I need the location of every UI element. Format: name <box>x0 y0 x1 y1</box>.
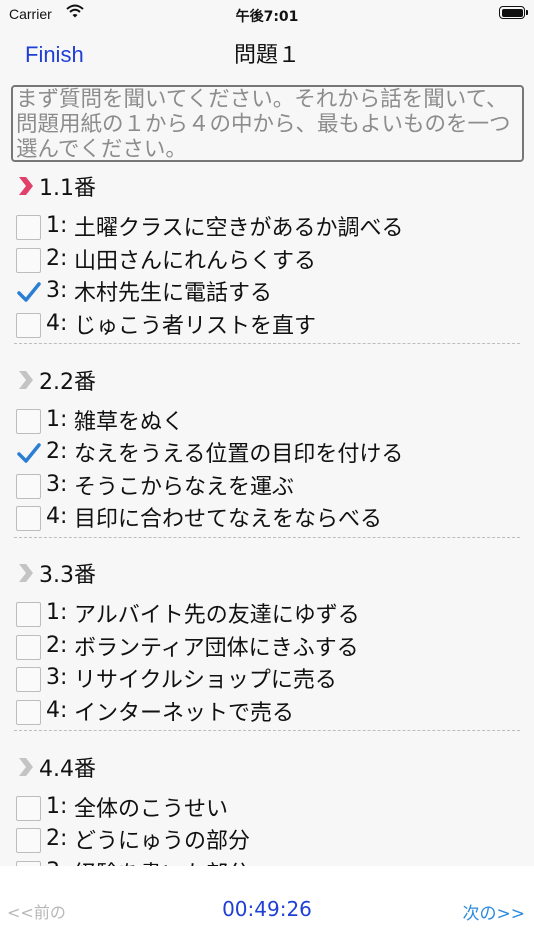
answer-option[interactable]: 1: 全体のこうせい <box>14 791 514 823</box>
option-number: 1: <box>46 406 68 432</box>
option-text: アルバイト先の友達にゆずる <box>74 603 360 628</box>
question-block: 3.3番 1: アルバイト先の友達にゆずる 2: ボランティア団体にきふする 3: リサイク… <box>0 553 534 747</box>
checkbox[interactable] <box>16 667 41 692</box>
option-number: 2: <box>46 632 68 658</box>
answer-option[interactable]: 1: 雑草をぬく <box>14 404 514 436</box>
answer-option[interactable]: 2: 山田さんにれんらくする <box>14 243 514 275</box>
chevron-right-icon <box>19 177 33 195</box>
question-block: 4.4番1:全体のこうせい2:どうにゅうの部分3:経験を書いた部分 <box>0 747 534 867</box>
option-number: 3: <box>46 859 67 867</box>
option-text: インターネットで売る <box>74 700 295 726</box>
navigation-bar: Finish 問題１ <box>0 30 534 80</box>
option-number: 1: <box>46 600 68 625</box>
option-number: 2: <box>46 245 68 271</box>
option-text: ボランティア団体にきふする <box>74 635 359 661</box>
question-title: 1.1番 <box>39 176 96 201</box>
checkbox[interactable] <box>16 795 41 821</box>
option-number: 4: <box>46 310 68 336</box>
answer-option[interactable]: 2: ボランティア団体にきふする <box>14 630 514 662</box>
option-text: 雑草をぬく <box>74 409 185 435</box>
option-text: なえをうえる位置の目印を付ける <box>74 442 404 467</box>
option-number: 4: <box>46 697 68 723</box>
option-number: 3: <box>46 665 68 690</box>
page-title: 問題１ <box>233 43 300 68</box>
option-text: そうこからなえを運ぶ <box>74 474 295 500</box>
answer-option[interactable]: 3: 木村先生に電話する <box>14 275 514 307</box>
answer-option[interactable]: 1: アルバイト先の友達にゆずる <box>14 597 514 629</box>
option-text: 土曜クラスに空きがあるか調べる <box>74 216 404 241</box>
answer-option[interactable]: 3: そうこからなえを運ぶ <box>14 469 514 501</box>
checkbox[interactable] <box>16 312 41 338</box>
checkmark-icon[interactable] <box>17 441 41 465</box>
chevron-right-icon <box>19 564 33 582</box>
checkmark-icon[interactable] <box>17 280 41 304</box>
option-text: どうにゅうの部分 <box>74 829 251 854</box>
answer-option[interactable]: 1: 土曜クラスに空きがあるか調べる <box>14 210 514 242</box>
timer-display: 00:49:26 <box>222 897 312 921</box>
chevron-right-icon <box>19 370 33 389</box>
answer-option[interactable]: 4: 目印に合わせてなえをならべる <box>14 501 514 533</box>
checkbox[interactable] <box>16 602 41 627</box>
option-text: 全体のこうせい <box>74 796 229 822</box>
option-number: 1: <box>46 793 68 819</box>
option-text: じゅこう者リストを直す <box>74 313 317 339</box>
status-bar: Carrier 午後7:01 <box>0 0 534 30</box>
answer-option[interactable]: 2: なえをうえる位置の目印を付ける <box>14 436 514 468</box>
question-scroll-area[interactable]: まず質問を聞いてください。それから話を聞いて、問題用紙の１から４の中から、最もよ… <box>0 80 534 866</box>
question-title: 2.2番 <box>39 369 96 395</box>
status-time: 午後7:01 <box>235 9 299 25</box>
battery-icon <box>499 6 528 19</box>
option-number: 3: <box>46 278 68 303</box>
question-title: 3.3番 <box>39 563 96 588</box>
checkbox[interactable] <box>16 215 41 240</box>
answer-option[interactable]: 3: リサイクルショップに売る <box>14 662 514 694</box>
question-title: 4.4番 <box>39 756 96 782</box>
checkbox[interactable] <box>16 634 41 660</box>
question-block: 1.1番 1: 土曜クラスに空きがあるか調べる 2: 山田さんにれんらくする 3: 木村先生… <box>0 166 534 360</box>
checkbox[interactable] <box>16 473 41 499</box>
question-block: 2.2番 1: 雑草をぬく 2: なえをうえる位置の目印を付ける 3: そうこからなえを運ぶ… <box>0 360 534 554</box>
next-button[interactable]: 次の>> <box>463 899 526 924</box>
chevron-right-icon <box>19 757 33 776</box>
checkbox[interactable] <box>16 247 41 273</box>
checkbox[interactable] <box>16 506 41 531</box>
option-text: 山田さんにれんらくする <box>74 248 317 274</box>
option-text: 目印に合わせてなえをならべる <box>74 507 383 532</box>
section-divider <box>14 730 520 731</box>
option-text: 木村先生に電話する <box>74 281 273 306</box>
option-number: 4: <box>46 504 68 529</box>
instruction-text: まず質問を聞いてください。それから話を聞いて、問題用紙の１から４の中から、最もよ… <box>11 85 524 162</box>
answer-option[interactable]: 3: 経験を書いた部分 <box>14 856 514 867</box>
bottom-toolbar: <<前の 00:49:26 次の>> <box>0 866 534 950</box>
option-number: 3: <box>46 471 68 497</box>
checkbox[interactable] <box>16 408 41 434</box>
section-divider <box>14 343 520 344</box>
option-text: 経験を書いた部分 <box>74 856 250 867</box>
answer-option[interactable]: 4: インターネットで売る <box>14 695 514 727</box>
answer-option[interactable]: 4: じゅこう者リストを直す <box>14 308 514 340</box>
option-number: 1: <box>46 213 68 238</box>
option-number: 2: <box>46 826 68 851</box>
answer-option[interactable]: 2: どうにゅうの部分 <box>14 823 514 855</box>
option-number: 2: <box>46 439 68 464</box>
checkbox[interactable] <box>16 828 41 853</box>
section-divider <box>14 536 520 538</box>
checkbox[interactable] <box>16 699 41 725</box>
option-text: リサイクルショップに売る <box>74 668 337 693</box>
